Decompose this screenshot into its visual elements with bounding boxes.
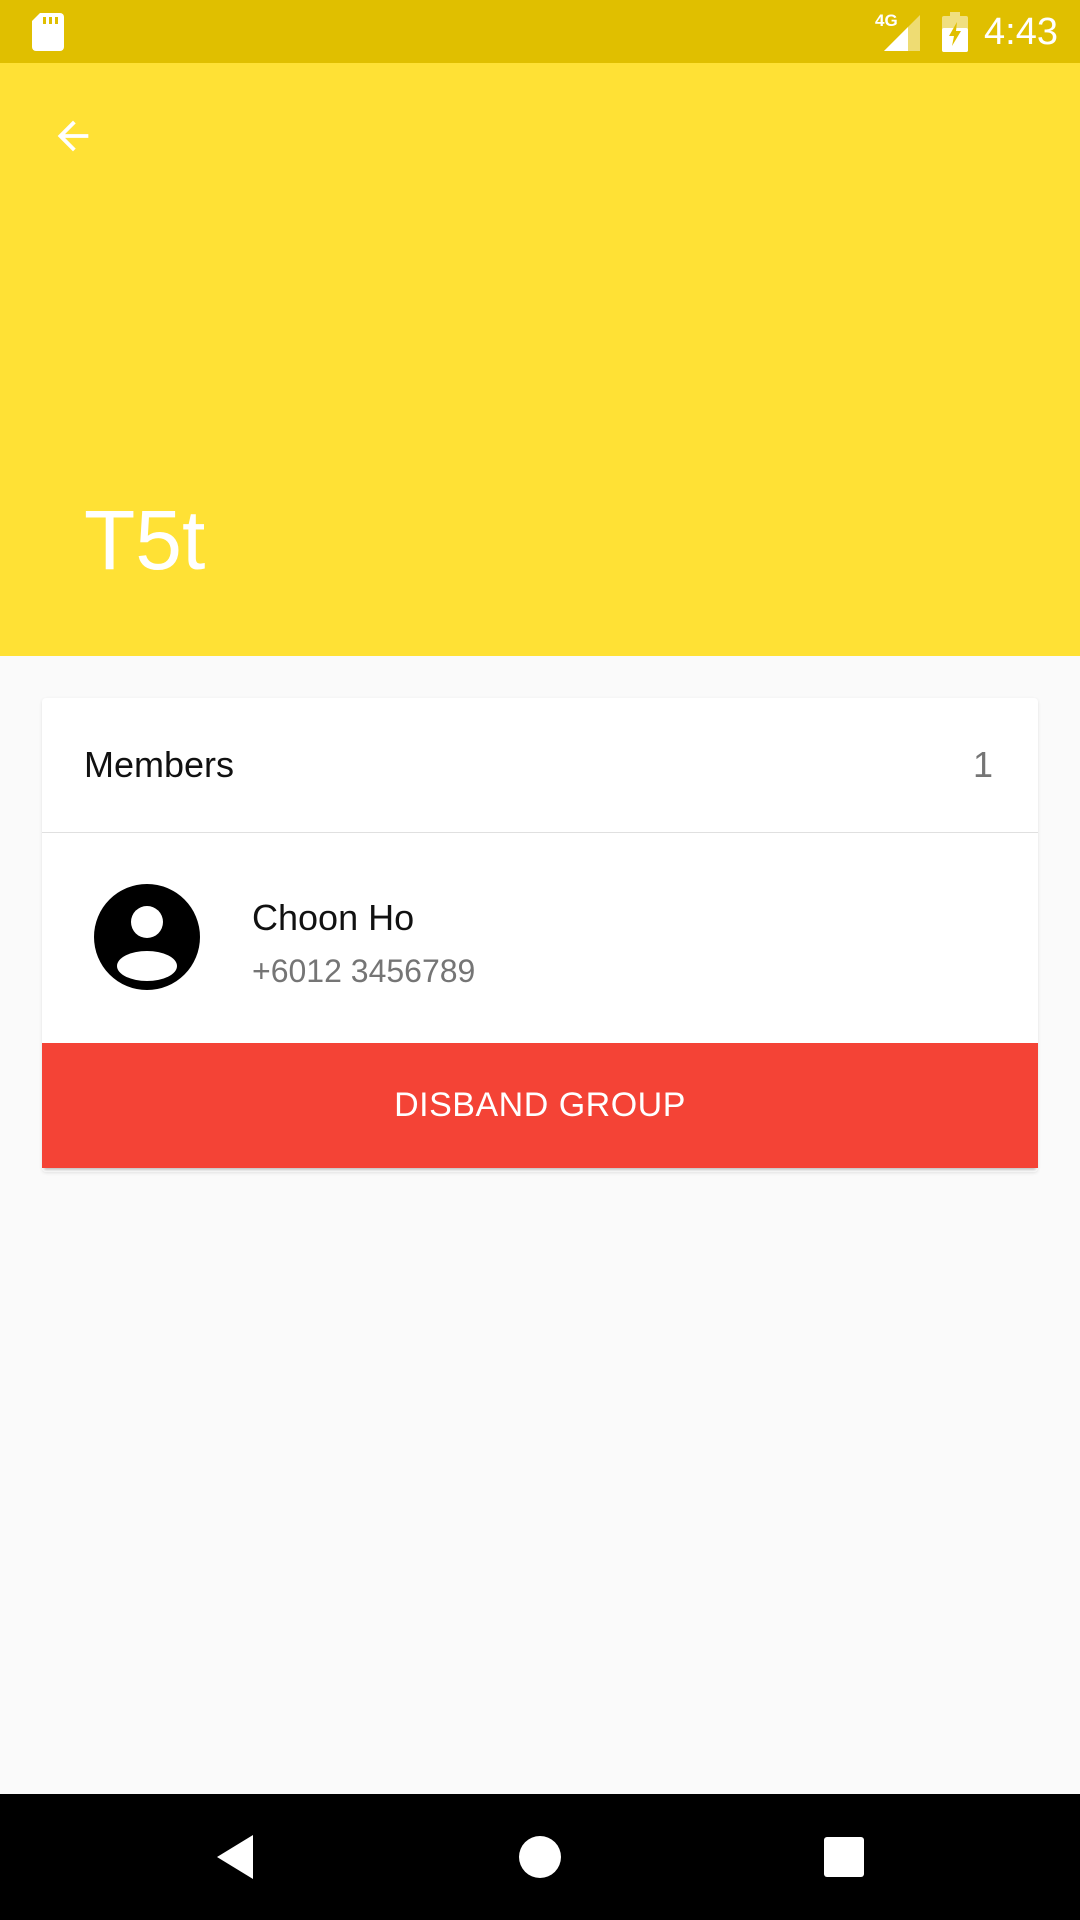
group-title: T5t (84, 493, 206, 587)
members-count: 1 (972, 744, 993, 785)
status-clock: 4:43 (984, 11, 1058, 53)
members-header: Members 1 (42, 698, 1038, 833)
navigation-bar (0, 1794, 1080, 1920)
group-header: T5t (0, 63, 1080, 656)
nav-home-icon[interactable] (510, 1827, 570, 1887)
screen: 4G 4:43 T5t Members 1 Choon Ho +6012 345… (0, 0, 1080, 1920)
nav-back-icon[interactable] (207, 1827, 267, 1887)
sd-card-icon (32, 13, 64, 51)
member-phone: +6012 3456789 (252, 953, 476, 989)
member-list-item[interactable]: Choon Ho +6012 3456789 (42, 833, 1038, 1042)
back-button[interactable] (40, 103, 106, 169)
members-label: Members (84, 744, 235, 785)
member-name: Choon Ho (252, 897, 415, 938)
members-card: Members 1 Choon Ho +6012 3456789 DISBAND… (42, 698, 1038, 1172)
account-circle-icon (94, 884, 200, 990)
status-bar: 4G 4:43 (0, 0, 1080, 63)
signal-icon (884, 15, 920, 51)
disband-group-button[interactable]: DISBAND GROUP (42, 1043, 1038, 1168)
battery-charging-icon (942, 12, 968, 52)
nav-recents-icon[interactable] (814, 1827, 874, 1887)
arrow-back-icon (57, 120, 89, 152)
